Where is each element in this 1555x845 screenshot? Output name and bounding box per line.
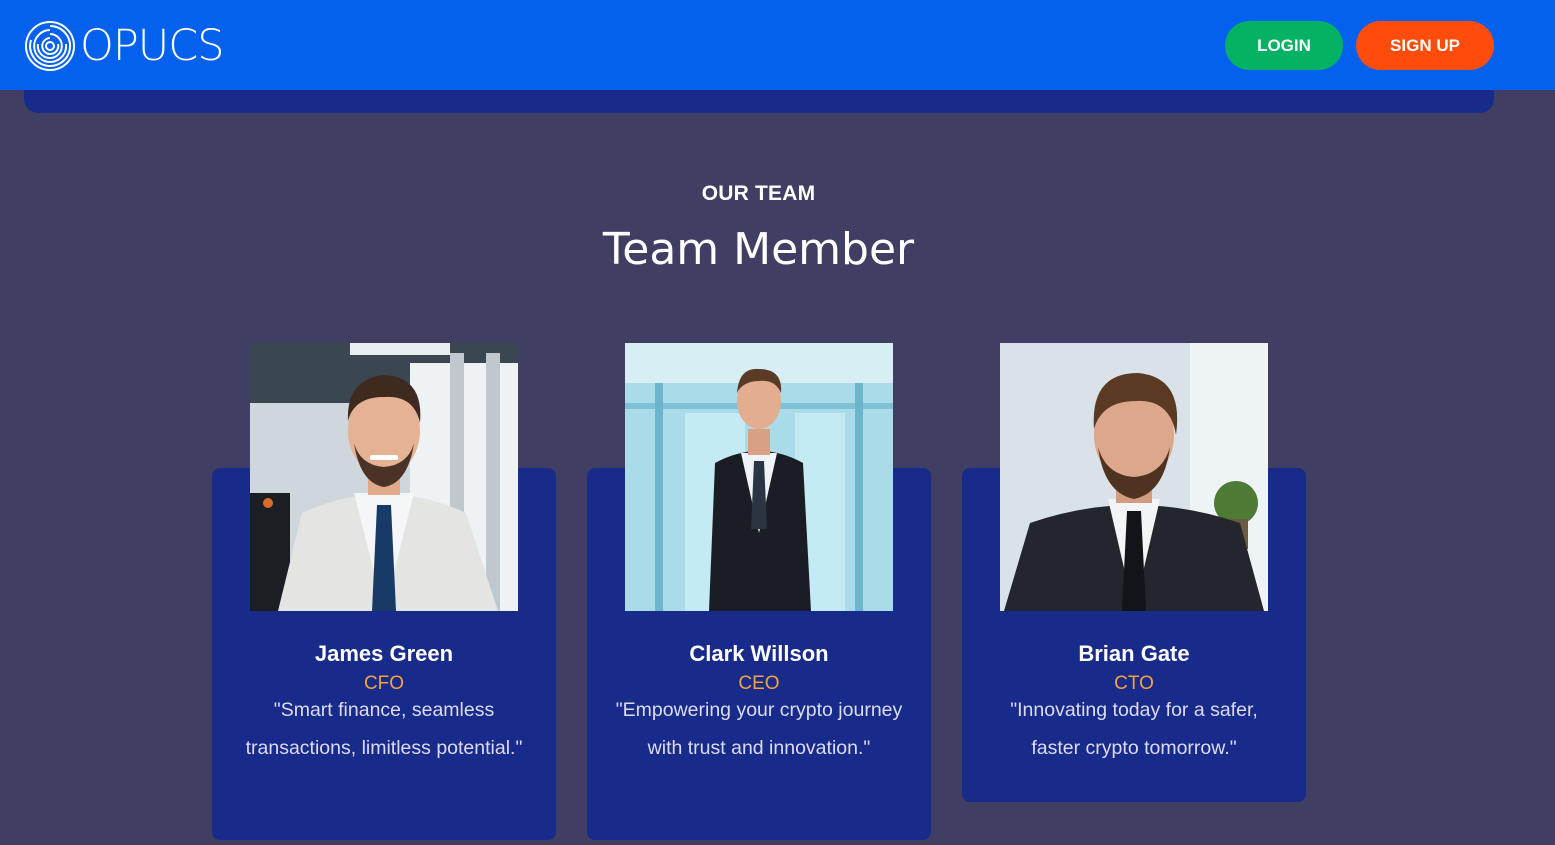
member-photo-james-green: [250, 343, 518, 611]
section-title: Team Member: [602, 224, 915, 275]
brand-name: OPUCS: [80, 21, 225, 71]
site-header: OPUCS LOGIN SIGN UP: [0, 0, 1555, 90]
member-quote: "Smart finance, seamless transactions, l…: [245, 699, 523, 759]
member-photo-clark-willson: [625, 343, 893, 611]
card-body: Brian Gate CTO "Innovating today for a s…: [962, 640, 1306, 767]
card-body: James Green CFO "Smart finance, seamless…: [212, 640, 556, 767]
portrait-image: [250, 343, 518, 611]
portrait-image: [1000, 343, 1268, 611]
card-body: Clark Willson CEO "Empowering your crypt…: [587, 640, 931, 767]
signup-button[interactable]: SIGN UP: [1356, 21, 1494, 70]
brand-logo[interactable]: OPUCS: [24, 20, 225, 72]
member-photo-brian-gate: [1000, 343, 1268, 611]
logo-icon: [25, 21, 75, 71]
login-button[interactable]: LOGIN: [1225, 21, 1343, 70]
member-quote: "Empowering your crypto journey with tru…: [615, 699, 903, 759]
section-eyebrow: OUR TEAM: [701, 182, 816, 205]
portrait-image: [625, 343, 893, 611]
member-name: James Green: [314, 641, 454, 666]
member-quote: "Innovating today for a safer, faster cr…: [1010, 699, 1258, 759]
member-name: Clark Willson: [689, 641, 829, 666]
member-name: Brian Gate: [1078, 641, 1190, 666]
